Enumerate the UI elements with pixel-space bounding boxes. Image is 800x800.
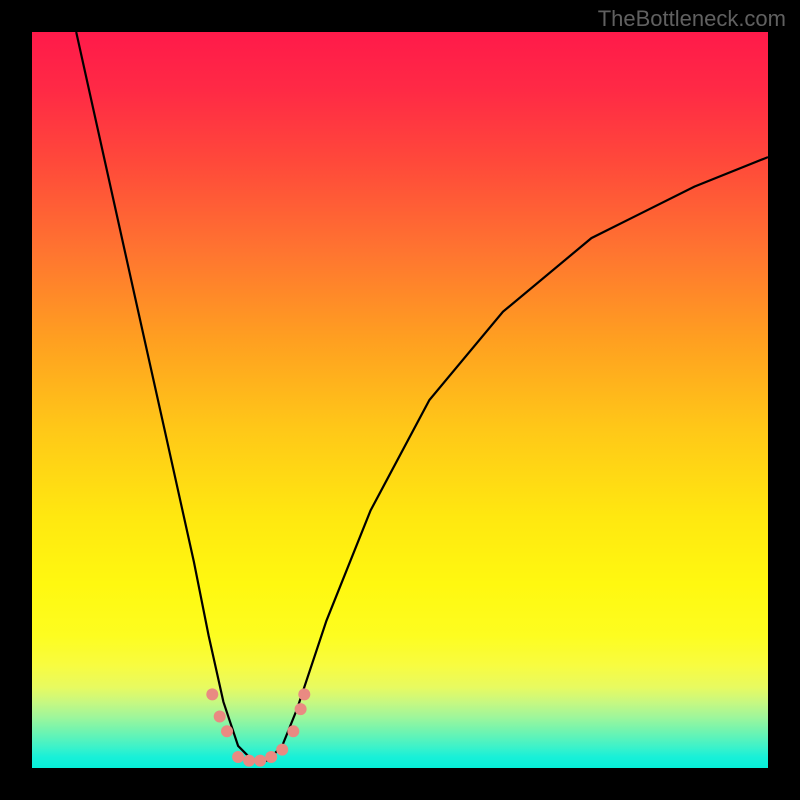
marker-group — [206, 688, 310, 766]
bottleneck-curve-path — [76, 32, 768, 761]
marker-dot — [214, 711, 226, 723]
marker-dot — [298, 688, 310, 700]
marker-dot — [254, 755, 266, 767]
marker-dot — [221, 725, 233, 737]
marker-dot — [287, 725, 299, 737]
marker-dot — [295, 703, 307, 715]
marker-dot — [276, 744, 288, 756]
marker-dot — [232, 751, 244, 763]
marker-dot — [206, 688, 218, 700]
watermark-text: TheBottleneck.com — [598, 6, 786, 32]
marker-dot — [265, 751, 277, 763]
curve-svg — [32, 32, 768, 768]
marker-dot — [243, 755, 255, 767]
chart-plot-area — [32, 32, 768, 768]
